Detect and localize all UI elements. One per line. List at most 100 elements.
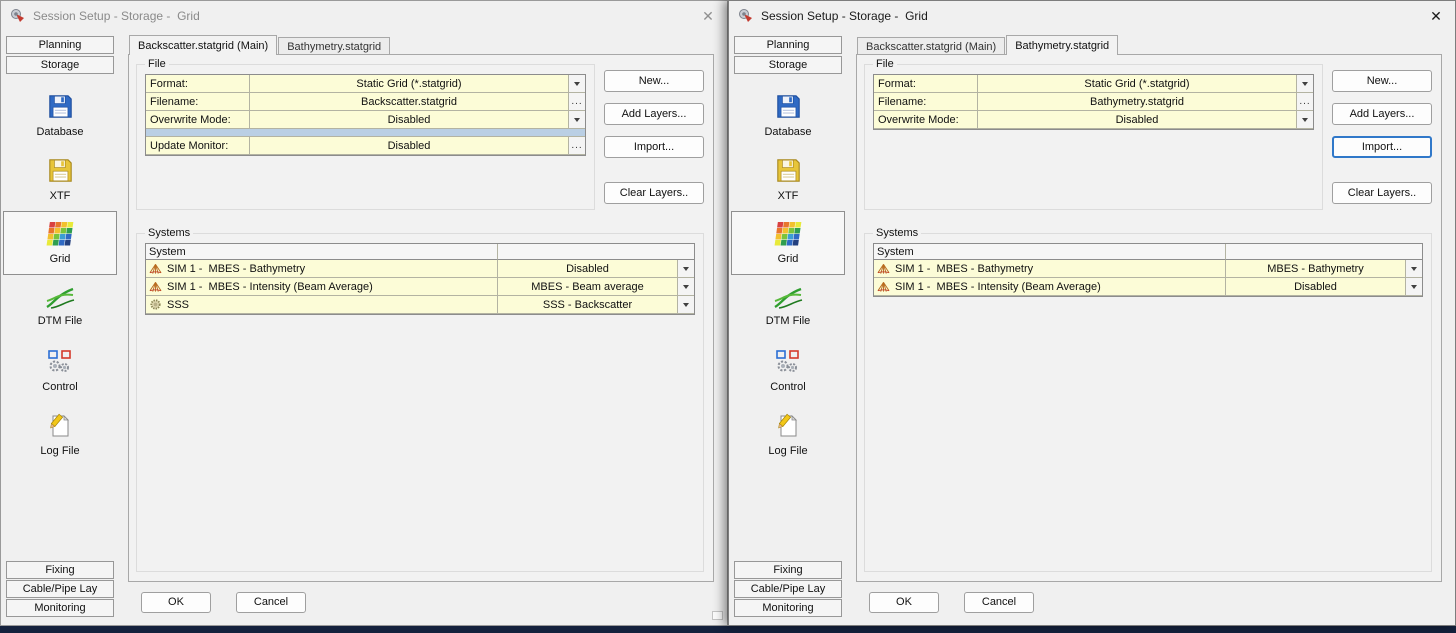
ok-button[interactable]: OK (869, 592, 939, 613)
mbes-icon (877, 263, 891, 275)
sidebar-item-log-file[interactable]: Log File (3, 403, 117, 467)
sidebar-item-grid[interactable]: Grid (731, 211, 845, 275)
sidebar-tab-storage[interactable]: Storage (734, 56, 842, 74)
file-group-label: File (873, 58, 897, 70)
filename-browse-button[interactable]: ... (1297, 93, 1313, 111)
sidebar-item-database[interactable]: Database (3, 83, 117, 147)
format-value[interactable]: Static Grid (*.statgrid) (978, 75, 1297, 93)
sidebar-item-label: Database (36, 126, 83, 138)
file-table: Format: Static Grid (*.statgrid) Filenam… (145, 74, 586, 156)
sidebar-tab-fixing[interactable]: Fixing (6, 561, 114, 579)
sidebar-item-database[interactable]: Database (731, 83, 845, 147)
system-name: SIM 1 - MBES - Bathymetry (167, 263, 305, 275)
sidebar-tab-cable-pipe-lay[interactable]: Cable/Pipe Lay (6, 580, 114, 598)
chevron-down-icon (574, 82, 580, 86)
systems-header-row: System (146, 244, 694, 260)
add-layers-button[interactable]: Add Layers... (604, 103, 704, 125)
sidebar-item-label: XTF (778, 190, 799, 202)
overwrite-mode-value[interactable]: Disabled (250, 111, 569, 129)
overwrite-mode-dropdown-button[interactable] (1297, 111, 1313, 129)
xtf-floppy-icon (775, 157, 802, 187)
system-layer-value[interactable]: MBES - Bathymetry (1226, 260, 1406, 278)
tab-backscatter-statgrid[interactable]: Backscatter.statgrid (Main) (857, 37, 1005, 55)
cancel-button[interactable]: Cancel (964, 592, 1034, 613)
system-name: SIM 1 - MBES - Intensity (Beam Average) (167, 281, 373, 293)
sidebar-tab-monitoring[interactable]: Monitoring (6, 599, 114, 617)
filename-value[interactable]: Backscatter.statgrid (250, 93, 569, 111)
sidebar-item-log-file[interactable]: Log File (731, 403, 845, 467)
sidebar-item-label: DTM File (38, 315, 83, 327)
format-dropdown-button[interactable] (1297, 75, 1313, 93)
resize-grip[interactable] (712, 611, 723, 620)
import-button[interactable]: Import... (604, 136, 704, 158)
chevron-down-icon (1302, 82, 1308, 86)
add-layers-button[interactable]: Add Layers... (1332, 103, 1432, 125)
import-button[interactable]: Import... (1332, 136, 1432, 158)
system-name: SSS (167, 299, 189, 311)
sidebar-tab-monitoring[interactable]: Monitoring (734, 599, 842, 617)
sidebar-item-control[interactable]: Control (731, 339, 845, 403)
overwrite-mode-label: Overwrite Mode: (146, 111, 250, 129)
system-layer-value[interactable]: Disabled (1226, 278, 1406, 296)
new-button[interactable]: New... (604, 70, 704, 92)
system-row: SIM 1 - MBES - Bathymetry Disabled (146, 260, 694, 278)
close-icon[interactable]: ✕ (1417, 1, 1455, 31)
sidebar-tab-planning[interactable]: Planning (6, 36, 114, 54)
cancel-button[interactable]: Cancel (236, 592, 306, 613)
system-layer-value[interactable]: SSS - Backscatter (498, 296, 678, 314)
sidebar-tab-fixing[interactable]: Fixing (734, 561, 842, 579)
tab-bathymetry-statgrid[interactable]: Bathymetry.statgrid (1006, 35, 1118, 55)
new-button[interactable]: New... (1332, 70, 1432, 92)
sidebar-tab-cable-pipe-lay[interactable]: Cable/Pipe Lay (734, 580, 842, 598)
systems-group: Systems System SIM 1 - MBES - Bathymetry (136, 227, 704, 572)
system-row: SIM 1 - MBES - Bathymetry MBES - Bathyme… (874, 260, 1422, 278)
sidebar-item-dtm-file[interactable]: DTM File (3, 275, 117, 339)
overwrite-mode-value[interactable]: Disabled (978, 111, 1297, 129)
sidebar-item-label: XTF (50, 190, 71, 202)
titlebar[interactable]: Session Setup - Storage - Grid ✕ (729, 1, 1455, 31)
tab-backscatter-statgrid[interactable]: Backscatter.statgrid (Main) (129, 35, 277, 55)
system-row: SIM 1 - MBES - Intensity (Beam Average) … (874, 278, 1422, 296)
system-layer-dropdown-button[interactable] (678, 260, 694, 278)
titlebar[interactable]: Session Setup - Storage - Grid ✕ (1, 1, 727, 31)
system-column-header: System (146, 244, 498, 260)
file-table: Format: Static Grid (*.statgrid) Filenam… (873, 74, 1314, 130)
filename-value[interactable]: Bathymetry.statgrid (978, 93, 1297, 111)
system-name-cell[interactable]: SIM 1 - MBES - Bathymetry (874, 260, 1226, 278)
close-icon[interactable]: ✕ (689, 1, 727, 31)
dialog-footer: OK Cancel (856, 582, 1442, 622)
tab-bathymetry-statgrid[interactable]: Bathymetry.statgrid (278, 37, 390, 55)
layer-column-header (1226, 244, 1422, 260)
format-dropdown-button[interactable] (569, 75, 585, 93)
filename-browse-button[interactable]: ... (569, 93, 585, 111)
ok-button[interactable]: OK (141, 592, 211, 613)
system-name-cell[interactable]: SIM 1 - MBES - Bathymetry (146, 260, 498, 278)
sidebar-item-xtf[interactable]: XTF (731, 147, 845, 211)
overwrite-mode-dropdown-button[interactable] (569, 111, 585, 129)
system-layer-dropdown-button[interactable] (678, 278, 694, 296)
format-value[interactable]: Static Grid (*.statgrid) (250, 75, 569, 93)
clear-layers-button[interactable]: Clear Layers.. (1332, 182, 1432, 204)
sidebar-item-grid[interactable]: Grid (3, 211, 117, 275)
sidebar-tab-planning[interactable]: Planning (734, 36, 842, 54)
sidebar-item-label: Grid (778, 253, 799, 265)
update-monitor-browse-button[interactable]: ... (569, 137, 585, 155)
sidebar-item-xtf[interactable]: XTF (3, 147, 117, 211)
system-name-cell[interactable]: SIM 1 - MBES - Intensity (Beam Average) (874, 278, 1226, 296)
system-layer-dropdown-button[interactable] (1406, 260, 1422, 278)
system-name-cell[interactable]: SSS (146, 296, 498, 314)
system-layer-value[interactable]: MBES - Beam average (498, 278, 678, 296)
update-monitor-value[interactable]: Disabled (250, 137, 569, 155)
systems-group: Systems System SIM 1 - MBES - Bathymetry (864, 227, 1432, 572)
sidebar-item-dtm-file[interactable]: DTM File (731, 275, 845, 339)
system-layer-value[interactable]: Disabled (498, 260, 678, 278)
clear-layers-button[interactable]: Clear Layers.. (604, 182, 704, 204)
systems-group-label: Systems (145, 227, 193, 239)
system-name-cell[interactable]: SIM 1 - MBES - Intensity (Beam Average) (146, 278, 498, 296)
system-layer-dropdown-button[interactable] (678, 296, 694, 314)
sidebar-tab-storage[interactable]: Storage (6, 56, 114, 74)
overwrite-mode-label: Overwrite Mode: (874, 111, 978, 129)
system-layer-dropdown-button[interactable] (1406, 278, 1422, 296)
sidebar-item-control[interactable]: Control (3, 339, 117, 403)
sidebar: Planning Storage Database XTF Grid (729, 31, 847, 622)
